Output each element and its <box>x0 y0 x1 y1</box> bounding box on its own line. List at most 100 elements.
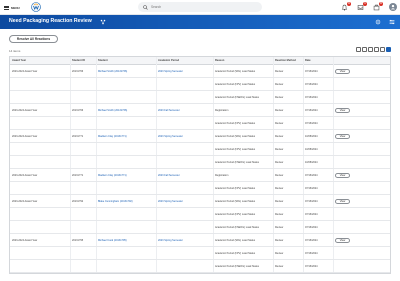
cell-student-id: 20131795 <box>72 239 84 242</box>
export-excel-icon[interactable] <box>356 47 361 52</box>
student-link[interactable]: Michael Smith (20131766) <box>98 70 127 73</box>
student-link[interactable]: Madison Clay (20131771) <box>98 135 127 138</box>
table-row: Academic Period (FPV) Load Status Review 0… <box>10 78 390 91</box>
academic-period-link[interactable]: 2023 Spring Semester <box>158 239 183 242</box>
table-row: 2023-2024 Award Year 20131771 Madison Clay… <box>10 130 390 143</box>
student-link[interactable]: Madison Clay (20131771) <box>98 174 127 177</box>
column-header[interactable]: Student ID <box>72 59 85 62</box>
cell-method: Review <box>275 226 284 229</box>
table-row: 2023-2024 Award Year 20131795 Michael Cook… <box>10 234 390 247</box>
notifications-button[interactable]: 9 <box>341 1 351 11</box>
menu-button[interactable]: MENU <box>4 4 20 11</box>
cell-method: Review <box>275 174 284 177</box>
workday-logo-icon[interactable] <box>31 2 41 12</box>
top-bar: MENU Search 9 1 8 <box>0 0 400 15</box>
cell-student-id: 20131792 <box>72 200 84 203</box>
cell-reason: Academic Period (FPV) Load Status <box>215 148 256 151</box>
cell-method: Review <box>275 187 284 190</box>
cell-method: Review <box>275 70 284 73</box>
settings-icon[interactable] <box>389 19 395 25</box>
inbox-button[interactable]: 1 <box>357 1 367 11</box>
cell-award-year: 2023-2024 Award Year <box>12 239 38 242</box>
search-placeholder: Search <box>151 5 162 9</box>
reviews-button[interactable]: 8 <box>373 1 383 11</box>
cell-date: 07/16/2024 <box>305 109 318 112</box>
column-header[interactable]: Reason <box>215 59 224 62</box>
cell-method: Review <box>275 161 284 164</box>
cell-reason: Academic Period (SRL) Load Status <box>215 239 256 242</box>
view-button[interactable]: View <box>335 238 350 243</box>
export-pdf-icon[interactable] <box>362 47 367 52</box>
student-link[interactable]: Blake Cunningham (20131792) <box>98 200 133 203</box>
table-row: Academic Period (FSEOG) Load Status Revie… <box>10 156 390 169</box>
cell-date: 10/08/2024 <box>305 148 318 151</box>
view-button[interactable]: View <box>335 173 350 178</box>
reviews-badge: 8 <box>379 1 383 6</box>
column-header[interactable]: Award Year <box>12 59 26 62</box>
cell-method: Review <box>275 239 284 242</box>
student-link[interactable]: Michael Cook (20131795) <box>98 239 127 242</box>
related-actions-icon[interactable] <box>100 19 106 25</box>
hamburger-icon <box>4 5 9 10</box>
table-row: Academic Period (FPV) Load Status Review 0… <box>10 208 390 221</box>
cell-method: Review <box>275 265 284 268</box>
cell-reason: Academic Period (FSEOG) Load Status <box>215 161 260 164</box>
table-row: Academic Period (FPV) Load Status Review 0… <box>10 182 390 195</box>
filter-icon[interactable] <box>368 47 373 52</box>
cell-award-year: 2023-2024 Award Year <box>12 109 38 112</box>
academic-period-link[interactable]: 2023 Spring Semester <box>158 135 183 138</box>
cell-date: 07/16/2024 <box>305 252 318 255</box>
cell-method: Review <box>275 109 284 112</box>
table-row: Academic Period (FSEOG) Load Status Revie… <box>10 91 390 104</box>
table-row: Academic Period (FPV) Load Status Review 1… <box>10 143 390 156</box>
view-button[interactable]: View <box>335 134 350 139</box>
cell-method: Review <box>275 83 284 86</box>
academic-period-link[interactable]: 2023 Fall Semester <box>158 174 180 177</box>
cell-date: 07/16/2024 <box>305 174 318 177</box>
table-row: Academic Period (FPV) Load Status Review 0… <box>10 247 390 260</box>
cell-reason: Academic Period (FPV) Load Status <box>215 213 256 216</box>
cell-reason: Academic Period (FSEOG) Load Status <box>215 265 260 268</box>
avatar[interactable] <box>389 3 397 11</box>
cell-reason: Academic Period (FPV) Load Status <box>215 122 256 125</box>
academic-period-link[interactable]: 2023 Spring Semester <box>158 200 183 203</box>
view-button[interactable]: View <box>335 199 350 204</box>
resolve-all-reactions-button[interactable]: Resolve All Reactions <box>9 35 58 43</box>
page-title: Need Packaging Reaction Review <box>9 18 92 24</box>
cell-reason: Academic Period (FPV) Load Status <box>215 187 256 190</box>
table-view-icon[interactable] <box>386 47 391 52</box>
table-toolbar <box>356 47 391 52</box>
items-count: 14 items <box>9 49 21 53</box>
cell-date: 07/16/2024 <box>305 187 318 190</box>
cell-student-id: 20131771 <box>72 174 84 177</box>
search-input[interactable]: Search <box>138 2 262 12</box>
table-row: 2023-2024 Award Year 20131766 Michael Smit… <box>10 104 390 117</box>
cell-reason: Academic Period (FSEOG) Load Status <box>215 226 260 229</box>
cell-date: 07/16/2024 <box>305 83 318 86</box>
reactions-table: Award Year Student ID Student Academic Peri… <box>9 56 391 274</box>
cell-reason: Academic Period (FSEOG) Load Status <box>215 96 260 99</box>
academic-period-link[interactable]: 2023 Spring Semester <box>158 70 183 73</box>
configure-icon[interactable] <box>375 19 381 25</box>
column-header[interactable]: Student <box>98 59 108 62</box>
view-button[interactable]: View <box>335 108 350 113</box>
column-header[interactable]: Reaction Method <box>275 59 296 62</box>
column-header[interactable]: Academic Period <box>158 59 179 62</box>
student-link[interactable]: Michael Smith (20131766) <box>98 109 127 112</box>
column-header[interactable]: Date <box>305 59 311 62</box>
view-button[interactable]: View <box>335 69 350 74</box>
cell-date: 07/16/2024 <box>305 200 318 203</box>
cell-method: Review <box>275 213 284 216</box>
cell-date: 07/16/2024 <box>305 122 318 125</box>
cell-method: Review <box>275 148 284 151</box>
academic-period-link[interactable]: 2023 Fall Semester <box>158 109 180 112</box>
cell-reason: Academic Period (SRL) Load Status <box>215 200 256 203</box>
notifications-badge: 9 <box>347 1 351 6</box>
column-settings-icon[interactable] <box>374 47 379 52</box>
cell-method: Review <box>275 122 284 125</box>
fullscreen-icon[interactable] <box>380 47 385 52</box>
cell-date: 07/16/2024 <box>305 70 318 73</box>
table-row: 2023-2024 Award Year 20131766 Michael Smit… <box>10 65 390 78</box>
cell-reason: Academic Period (FPV) Load Status <box>215 83 256 86</box>
cell-date: 10/08/2024 <box>305 161 318 164</box>
